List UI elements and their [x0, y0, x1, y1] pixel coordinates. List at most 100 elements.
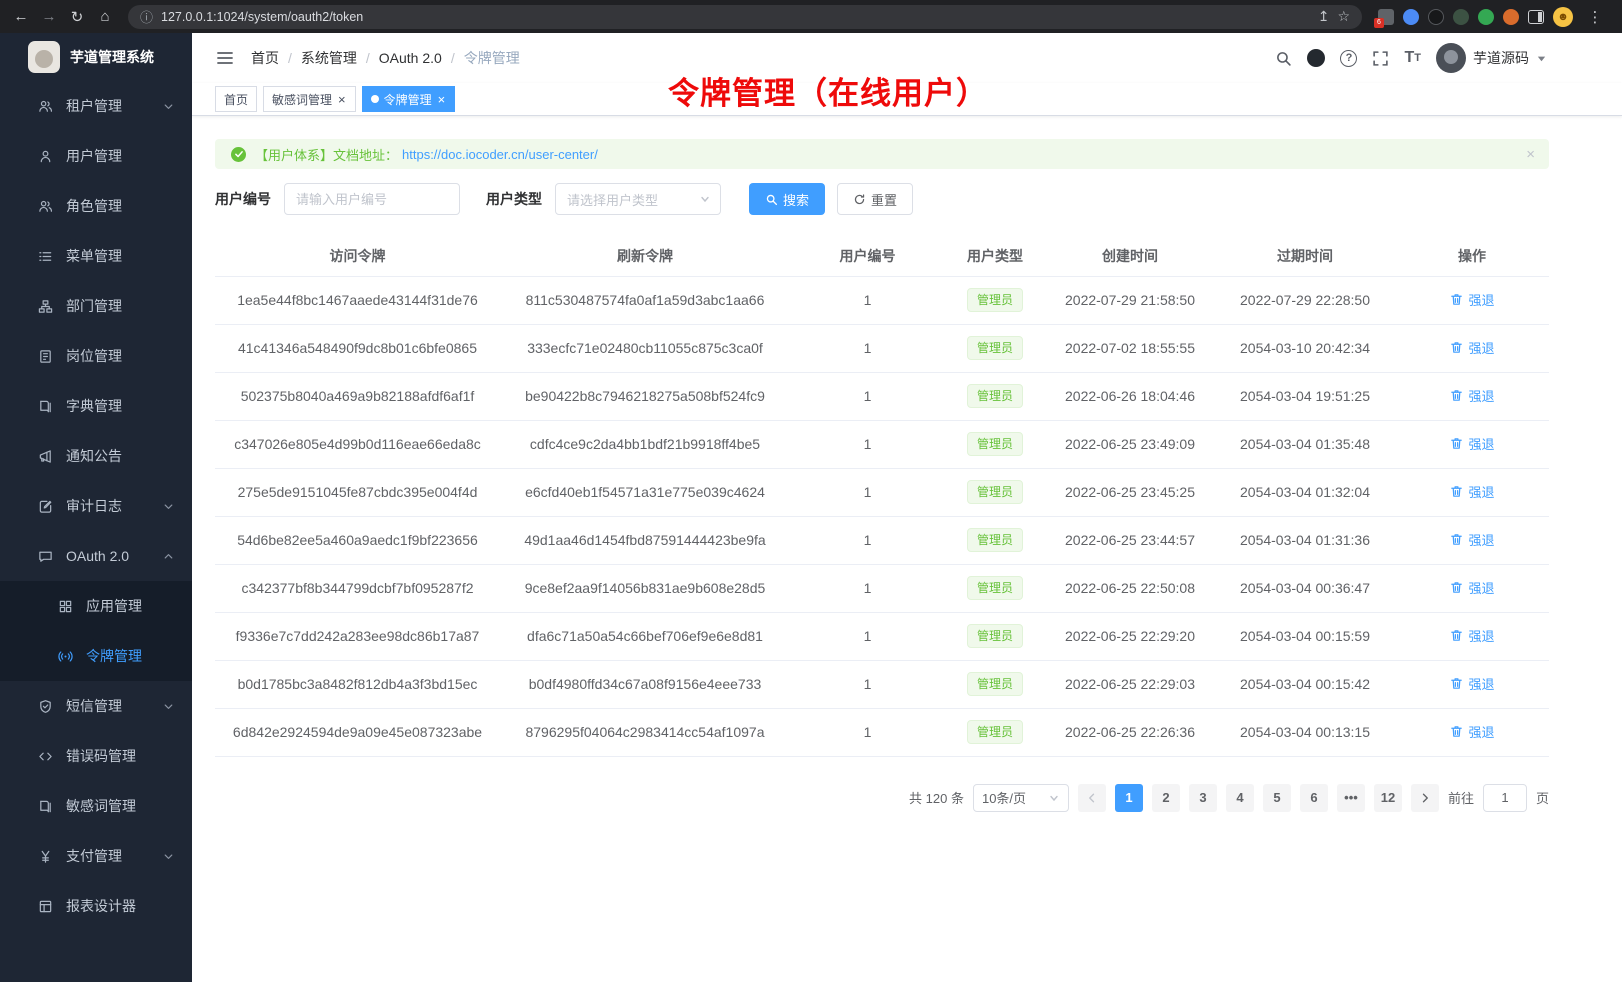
user-menu[interactable]: 芋道源码	[1436, 43, 1547, 73]
column-header: 用户编号	[790, 236, 945, 276]
sidebar-item-report-designer[interactable]: 报表设计器	[0, 881, 192, 931]
table-row: b0d1785bc3a8482f812db4a3f3bd15ecb0df4980…	[215, 660, 1549, 708]
goto-page-input[interactable]	[1483, 784, 1527, 812]
page-button-3[interactable]: 3	[1189, 784, 1217, 812]
user-type-select[interactable]: 请选择用户类型	[555, 183, 721, 215]
close-tab-icon[interactable]: ×	[437, 93, 447, 106]
page-button-1[interactable]: 1	[1115, 784, 1143, 812]
user-id-input[interactable]	[284, 183, 460, 215]
access-token-cell: b0d1785bc3a8482f812db4a3f3bd15ec	[215, 660, 500, 708]
sidebar-item-sensitive-word[interactable]: 敏感词管理	[0, 781, 192, 831]
sidebar-item-oauth2[interactable]: OAuth 2.0	[0, 531, 192, 581]
force-logout-button[interactable]: 强退	[1449, 290, 1494, 309]
user-type-badge: 管理员	[967, 336, 1023, 360]
doc-link[interactable]: https://doc.iocoder.cn/user-center/	[402, 147, 598, 162]
table-body: 1ea5e44f8bc1467aaede43144f31de76811c5304…	[215, 276, 1549, 756]
address-bar[interactable]: ⓘ 127.0.0.1:1024/system/oauth2/token ↥ ☆	[128, 5, 1362, 29]
fullscreen-icon[interactable]	[1372, 50, 1389, 67]
font-size-icon[interactable]: TT	[1404, 49, 1421, 67]
create-time-cell: 2022-07-02 18:55:55	[1045, 324, 1215, 372]
force-logout-button[interactable]: 强退	[1449, 434, 1494, 453]
sidebar-item-error-code[interactable]: 错误码管理	[0, 731, 192, 781]
github-icon[interactable]	[1307, 49, 1325, 67]
force-logout-button[interactable]: 强退	[1449, 338, 1494, 357]
caret-down-icon	[1536, 53, 1547, 64]
access-token-cell: f9336e7c7dd242a283ee98dc86b17a87	[215, 612, 500, 660]
tab-首页[interactable]: 首页	[215, 86, 257, 112]
user-id-cell: 1	[790, 420, 945, 468]
sidebar-item-menu[interactable]: 菜单管理	[0, 231, 192, 281]
sidebar-item-user[interactable]: 用户管理	[0, 131, 192, 181]
sidebar-item-tenant[interactable]: 租户管理	[0, 81, 192, 131]
force-logout-button[interactable]: 强退	[1449, 626, 1494, 645]
help-icon[interactable]: ?	[1340, 50, 1357, 67]
sidebar-item-dict[interactable]: 字典管理	[0, 381, 192, 431]
hamburger-icon[interactable]	[215, 48, 235, 68]
page-button-12[interactable]: 12	[1374, 784, 1402, 812]
browser-home-button[interactable]: ⌂	[92, 4, 118, 30]
side-panel-icon[interactable]	[1528, 10, 1544, 24]
user-id-label: 用户编号	[215, 189, 271, 209]
page-button-5[interactable]: 5	[1263, 784, 1291, 812]
browser-menu-icon[interactable]: ⋮	[1582, 4, 1608, 30]
column-header: 用户类型	[945, 236, 1045, 276]
tab-令牌管理[interactable]: 令牌管理×	[362, 86, 456, 112]
share-icon[interactable]: ↥	[1318, 8, 1330, 25]
tab-敏感词管理[interactable]: 敏感词管理×	[263, 86, 356, 112]
site-info-icon[interactable]: ⓘ	[140, 7, 153, 26]
force-logout-button[interactable]: 强退	[1449, 578, 1494, 597]
sidebar-item-role[interactable]: 角色管理	[0, 181, 192, 231]
browser-profile-avatar[interactable]: ☻	[1553, 7, 1573, 27]
sidebar-item-label: 短信管理	[66, 696, 122, 716]
sidebar-item-notice[interactable]: 通知公告	[0, 431, 192, 481]
create-time-cell: 2022-07-29 21:58:50	[1045, 276, 1215, 324]
breadcrumb-item-3[interactable]: OAuth 2.0	[379, 50, 442, 66]
user-type-badge: 管理员	[967, 432, 1023, 456]
extension-icon-4[interactable]	[1453, 9, 1469, 25]
create-time-cell: 2022-06-25 22:26:36	[1045, 708, 1215, 756]
sidebar-item-dept[interactable]: 部门管理	[0, 281, 192, 331]
force-logout-button[interactable]: 强退	[1449, 386, 1494, 405]
force-logout-button[interactable]: 强退	[1449, 482, 1494, 501]
breadcrumb-item-1[interactable]: 首页	[251, 48, 279, 68]
extension-icon-6[interactable]	[1503, 9, 1519, 25]
force-logout-button[interactable]: 强退	[1449, 722, 1494, 741]
chevron-down-icon	[161, 699, 176, 714]
user-type-label: 用户类型	[486, 189, 542, 209]
alert-close-icon[interactable]: ×	[1526, 146, 1535, 163]
close-tab-icon[interactable]: ×	[337, 93, 347, 106]
action-cell: 强退	[1395, 516, 1549, 564]
sidebar-item-pay[interactable]: 支付管理	[0, 831, 192, 881]
extension-icon-1[interactable]: 6	[1378, 9, 1394, 25]
browser-reload-button[interactable]: ↻	[64, 4, 90, 30]
sidebar-item-sms[interactable]: 短信管理	[0, 681, 192, 731]
sidebar-item-audit-log[interactable]: 审计日志	[0, 481, 192, 531]
extension-icon-2[interactable]	[1403, 9, 1419, 25]
force-logout-button[interactable]: 强退	[1449, 530, 1494, 549]
success-check-icon	[231, 147, 246, 162]
sidebar-item-oauth2-token[interactable]: 令牌管理	[0, 631, 192, 681]
search-icon[interactable]	[1275, 50, 1292, 67]
user-type-placeholder: 请选择用户类型	[567, 190, 658, 209]
sidebar-item-oauth2-app[interactable]: 应用管理	[0, 581, 192, 631]
search-button[interactable]: 搜索	[749, 183, 825, 215]
force-logout-button[interactable]: 强退	[1449, 674, 1494, 693]
breadcrumb-item-2[interactable]: 系统管理	[301, 48, 357, 68]
app-logo[interactable]: 芋道管理系统	[0, 33, 192, 81]
reset-button[interactable]: 重置	[837, 183, 913, 215]
bookmark-star-icon[interactable]: ☆	[1337, 8, 1350, 25]
access-token-cell: c342377bf8b344799dcbf7bf095287f2	[215, 564, 500, 612]
page-button-6[interactable]: 6	[1300, 784, 1328, 812]
browser-forward-button[interactable]: →	[36, 4, 62, 30]
next-page-button[interactable]	[1411, 784, 1439, 812]
sidebar-item-post[interactable]: 岗位管理	[0, 331, 192, 381]
page-button-2[interactable]: 2	[1152, 784, 1180, 812]
report-icon	[38, 898, 54, 914]
page-button-4[interactable]: 4	[1226, 784, 1254, 812]
extension-icon-5[interactable]	[1478, 9, 1494, 25]
page-ellipsis[interactable]: •••	[1337, 784, 1365, 812]
extension-icon-3[interactable]	[1428, 9, 1444, 25]
page-size-select[interactable]: 10条/页	[973, 784, 1069, 812]
prev-page-button[interactable]	[1078, 784, 1106, 812]
browser-back-button[interactable]: ←	[8, 4, 34, 30]
